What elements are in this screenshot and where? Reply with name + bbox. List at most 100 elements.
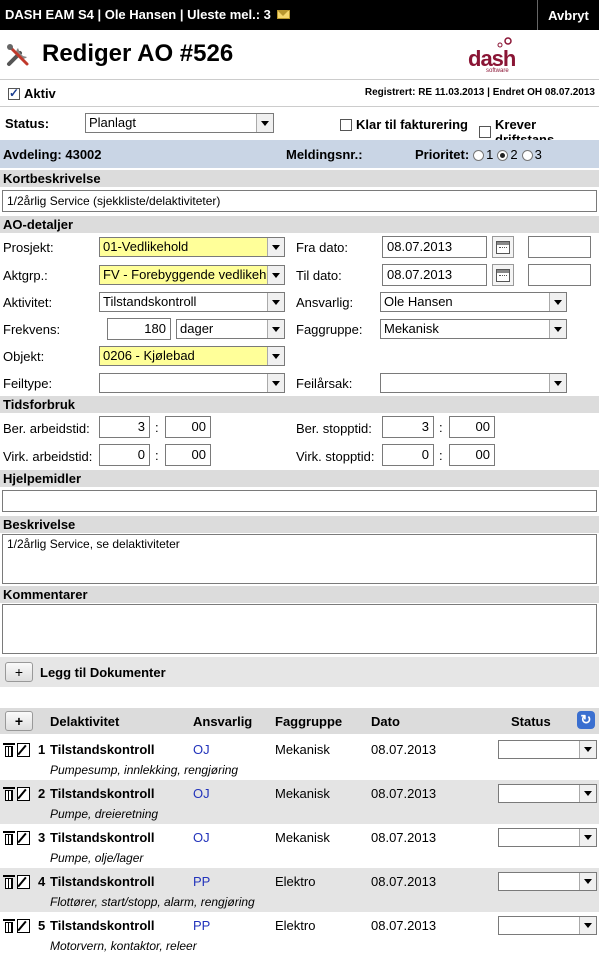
col-status: Status — [511, 714, 551, 729]
trash-icon[interactable] — [3, 831, 15, 845]
virk-stopptid-hours[interactable]: 0 — [382, 444, 434, 466]
objekt-select[interactable]: 0206 - Kjølebad — [99, 346, 285, 366]
row-status-select[interactable] — [498, 872, 597, 891]
row-ansvarlig[interactable]: OJ — [193, 830, 210, 845]
fra-dato-input[interactable]: 08.07.2013 — [382, 236, 487, 258]
aktgrp-label: Aktgrp.: — [3, 268, 48, 283]
row-status-select[interactable] — [498, 740, 597, 759]
edit-icon[interactable] — [17, 743, 30, 757]
fra-dato-calendar-icon[interactable] — [492, 236, 514, 258]
edit-icon[interactable] — [17, 875, 30, 889]
chevron-down-icon — [579, 873, 596, 890]
klar-fakturering-checkbox[interactable] — [340, 118, 352, 131]
chevron-down-icon — [267, 347, 284, 365]
aktiv-label: Aktiv — [24, 86, 56, 101]
trash-icon[interactable] — [3, 787, 15, 801]
row-description: Pumpe, dreieretning — [50, 807, 159, 821]
trash-icon[interactable] — [3, 875, 15, 889]
row-ansvarlig[interactable]: OJ — [193, 742, 210, 757]
row-ansvarlig[interactable]: OJ — [193, 786, 210, 801]
hjelpemidler-input[interactable] — [2, 490, 597, 512]
ber-stopptid-minutes[interactable]: 00 — [449, 416, 495, 438]
prioritet-radio-3[interactable]: 3 — [521, 147, 542, 162]
time-separator: : — [155, 420, 159, 435]
table-row: 5 Tilstandskontroll Motorvern, kontaktor… — [0, 912, 599, 956]
refresh-icon[interactable]: ↻ — [577, 711, 595, 729]
til-dato-time-input[interactable] — [528, 264, 591, 286]
krever-driftstans-checkbox[interactable] — [479, 126, 491, 138]
row-name: Tilstandskontroll — [50, 830, 155, 845]
app-title-bar: DASH EAM S4 | Ole Hansen | Uleste mel.: … — [5, 7, 290, 22]
row-dato: 08.07.2013 — [371, 742, 437, 757]
prioritet-radio-2[interactable]: 2 — [497, 147, 518, 162]
row-name: Tilstandskontroll — [50, 874, 155, 889]
faggruppe-select[interactable]: Mekanisk — [380, 319, 567, 339]
chevron-down-icon — [579, 829, 596, 846]
add-document-button[interactable]: + — [5, 662, 33, 682]
row-description: Motorvern, kontaktor, releer — [50, 939, 197, 953]
table-row: 2 Tilstandskontroll Pumpe, dreieretning … — [0, 780, 599, 824]
row-ansvarlig[interactable]: PP — [193, 918, 210, 933]
delaktivitet-table-header: + Delaktivitet Ansvarlig Faggruppe Dato … — [0, 708, 599, 734]
edit-icon[interactable] — [17, 831, 30, 845]
trash-icon[interactable] — [3, 743, 15, 757]
til-dato-calendar-icon[interactable] — [492, 264, 514, 286]
row-ansvarlig[interactable]: PP — [193, 874, 210, 889]
aktiv-checkbox-row[interactable]: Aktiv — [8, 86, 56, 101]
status-select[interactable]: Planlagt — [85, 113, 274, 133]
ber-stopptid-label: Ber. stopptid: — [296, 421, 372, 436]
aktgrp-select[interactable]: FV - Forebyggende vedlikeh — [99, 265, 285, 285]
ber-arbeidstid-hours[interactable]: 3 — [99, 416, 150, 438]
row-name: Tilstandskontroll — [50, 786, 155, 801]
row-status-select[interactable] — [498, 828, 597, 847]
aktiv-checkbox[interactable] — [8, 86, 20, 100]
add-document-label[interactable]: Legg til Dokumenter — [40, 665, 166, 680]
wrench-icon — [7, 44, 29, 66]
row-description: Pumpesump, innlekking, rengjøring — [50, 763, 239, 777]
til-dato-input[interactable]: 08.07.2013 — [382, 264, 487, 286]
dash-logo: dash software — [466, 36, 530, 76]
cancel-button[interactable]: Avbryt — [537, 0, 599, 30]
kommentarer-textarea[interactable] — [2, 604, 597, 654]
ber-arbeidstid-minutes[interactable]: 00 — [165, 416, 211, 438]
trash-icon[interactable] — [3, 919, 15, 933]
ansvarlig-select[interactable]: Ole Hansen — [380, 292, 567, 312]
faggruppe-label: Faggruppe: — [296, 322, 363, 337]
add-delaktivitet-button[interactable]: + — [5, 711, 33, 731]
edit-icon[interactable] — [17, 919, 30, 933]
row-number: 1 — [38, 742, 46, 757]
table-row: 3 Tilstandskontroll Pumpe, olje/lager OJ… — [0, 824, 599, 868]
virk-arbeidstid-minutes[interactable]: 00 — [165, 444, 211, 466]
row-number: 4 — [38, 874, 46, 889]
row-dato: 08.07.2013 — [371, 786, 437, 801]
row-faggruppe: Mekanisk — [275, 786, 330, 801]
aktgrp-value: FV - Forebyggende vedlikeh — [103, 267, 266, 282]
feilarsak-select[interactable] — [380, 373, 567, 393]
app-title: DASH EAM S4 | Ole Hansen | Uleste mel.: … — [5, 7, 271, 22]
row-number: 2 — [38, 786, 46, 801]
frekvens-input[interactable]: 180 — [107, 318, 171, 340]
chevron-down-icon — [267, 266, 284, 284]
aktivitet-select[interactable]: Tilstandskontroll — [99, 292, 285, 312]
klar-fakturering-option[interactable]: Klar til fakturering — [340, 117, 468, 132]
virk-arbeidstid-label: Virk. arbeidstid: — [3, 449, 93, 464]
ber-stopptid-hours[interactable]: 3 — [382, 416, 434, 438]
fra-dato-time-input[interactable] — [528, 236, 591, 258]
kortbeskrivelse-input[interactable]: 1/2årlig Service (sjekkliste/delaktivite… — [2, 190, 597, 212]
chevron-down-icon — [549, 374, 566, 392]
row-status-select[interactable] — [498, 784, 597, 803]
prosjekt-select[interactable]: 01-Vedlikehold — [99, 237, 285, 257]
kommentarer-header: Kommentarer — [0, 586, 599, 603]
row-dato: 08.07.2013 — [371, 830, 437, 845]
row-status-select[interactable] — [498, 916, 597, 935]
prioritet-radio-1[interactable]: 1 — [473, 147, 493, 162]
virk-stopptid-minutes[interactable]: 00 — [449, 444, 495, 466]
mail-icon[interactable] — [276, 10, 290, 19]
edit-icon[interactable] — [17, 787, 30, 801]
feiltype-select[interactable] — [99, 373, 285, 393]
klar-fakturering-label: Klar til fakturering — [356, 117, 468, 132]
beskrivelse-textarea[interactable]: 1/2årlig Service, se delaktiviteter — [2, 534, 597, 584]
chevron-down-icon — [579, 785, 596, 802]
virk-arbeidstid-hours[interactable]: 0 — [99, 444, 150, 466]
frekvens-unit-select[interactable]: dager — [176, 319, 285, 339]
